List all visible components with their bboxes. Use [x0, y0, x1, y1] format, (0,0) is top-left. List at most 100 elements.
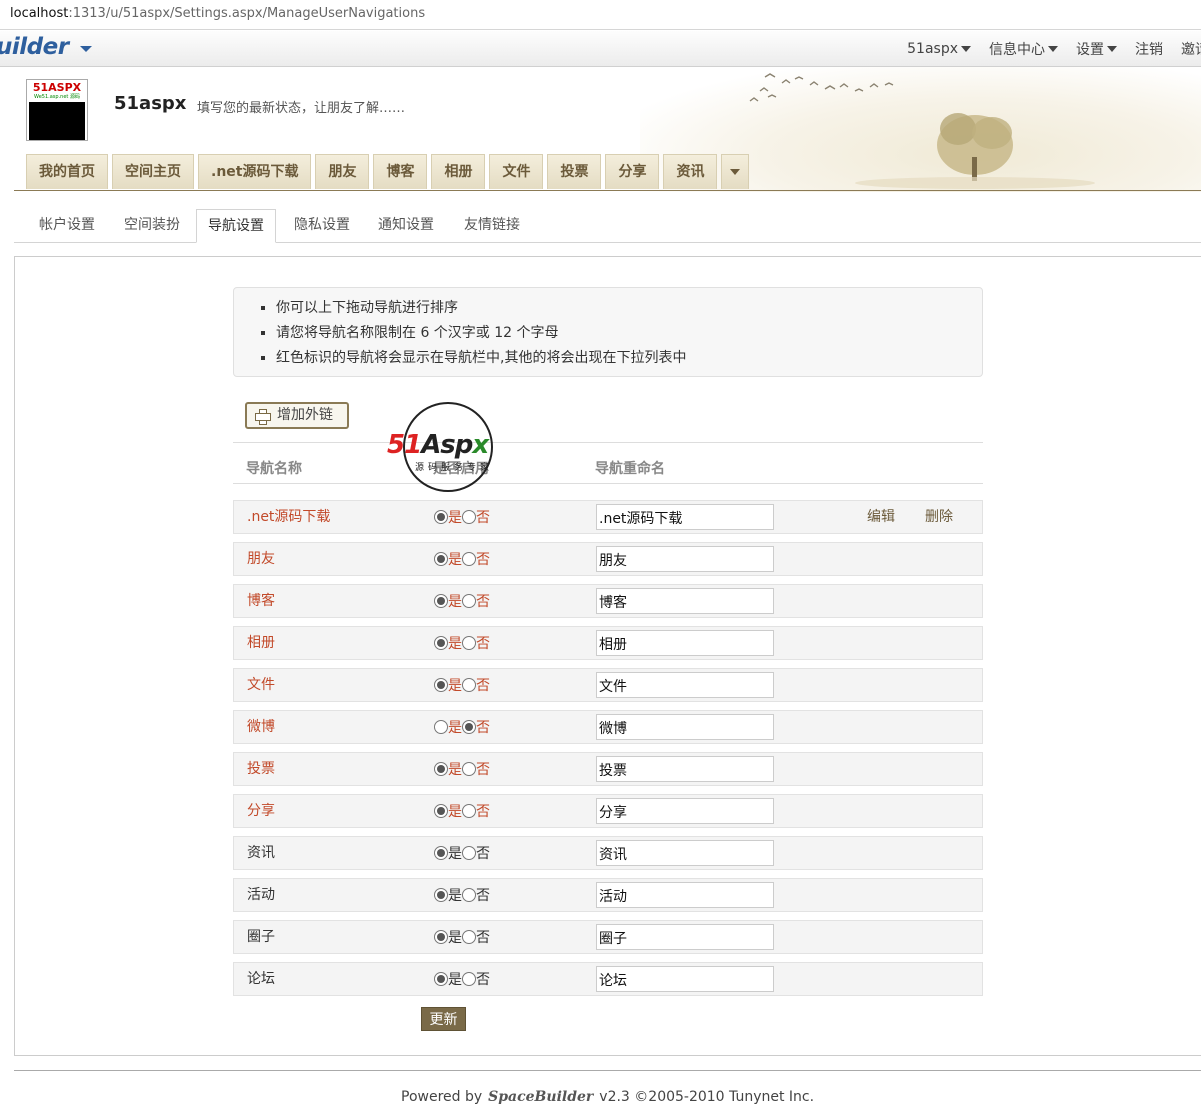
nav-tab-album[interactable]: 相册	[431, 154, 486, 189]
enabled-yes-radio[interactable]	[434, 636, 448, 650]
rename-input[interactable]: 论坛	[596, 966, 774, 992]
nav-tab-source-download[interactable]: .net源码下载	[198, 154, 312, 189]
table-row[interactable]: 分享 是否 分享	[233, 794, 983, 828]
enabled-no-radio[interactable]	[462, 804, 476, 818]
enabled-no-label[interactable]: 否	[476, 591, 490, 611]
rename-input[interactable]: 朋友	[596, 546, 774, 572]
footer-product-link[interactable]: SpaceBuilder	[488, 1089, 593, 1105]
enabled-yes-label[interactable]: 是	[448, 633, 462, 653]
enabled-yes-label[interactable]: 是	[448, 843, 462, 863]
rename-input[interactable]: 微博	[596, 714, 774, 740]
tab-account-settings[interactable]: 帐户设置	[39, 209, 95, 243]
enabled-yes-radio[interactable]	[434, 678, 448, 692]
enabled-no-label[interactable]: 否	[476, 549, 490, 569]
enabled-yes-label[interactable]: 是	[448, 675, 462, 695]
table-row[interactable]: 朋友 是否 朋友	[233, 542, 983, 576]
avatar[interactable]: 51ASPX We51.asp.net 源码	[26, 79, 88, 141]
enabled-no-radio[interactable]	[462, 888, 476, 902]
enabled-yes-label[interactable]: 是	[448, 927, 462, 947]
top-menu-user[interactable]: 51aspx	[907, 41, 971, 57]
enabled-no-label[interactable]: 否	[476, 717, 490, 737]
rename-input[interactable]: 圈子	[596, 924, 774, 950]
enabled-no-radio[interactable]	[462, 552, 476, 566]
enabled-no-label[interactable]: 否	[476, 633, 490, 653]
enabled-yes-label[interactable]: 是	[448, 591, 462, 611]
enabled-yes-label[interactable]: 是	[448, 549, 462, 569]
nav-tab-vote[interactable]: 投票	[547, 154, 602, 189]
enabled-yes-radio[interactable]	[434, 804, 448, 818]
nav-tab-space[interactable]: 空间主页	[112, 154, 194, 189]
rename-input[interactable]: 分享	[596, 798, 774, 824]
nav-tab-files[interactable]: 文件	[489, 154, 544, 189]
table-row[interactable]: 相册 是否 相册	[233, 626, 983, 660]
rename-input[interactable]: 博客	[596, 588, 774, 614]
rename-input[interactable]: 投票	[596, 756, 774, 782]
nav-tab-home[interactable]: 我的首页	[26, 154, 108, 189]
table-row[interactable]: 博客 是否 博客	[233, 584, 983, 618]
enabled-yes-label[interactable]: 是	[448, 759, 462, 779]
nav-tab-news[interactable]: 资讯	[663, 154, 718, 189]
enabled-no-radio[interactable]	[462, 846, 476, 860]
enabled-no-radio[interactable]	[462, 762, 476, 776]
delete-link[interactable]: 删除	[925, 501, 953, 533]
tab-friend-links[interactable]: 友情链接	[464, 209, 520, 243]
tab-space-theme[interactable]: 空间装扮	[124, 209, 180, 243]
enabled-no-label[interactable]: 否	[476, 675, 490, 695]
enabled-yes-radio[interactable]	[434, 552, 448, 566]
tab-notification-settings[interactable]: 通知设置	[378, 209, 434, 243]
enabled-no-radio[interactable]	[462, 636, 476, 650]
nav-tab-blog[interactable]: 博客	[373, 154, 428, 189]
enabled-yes-label[interactable]: 是	[448, 507, 462, 527]
update-button[interactable]: 更新	[421, 1007, 466, 1031]
enabled-yes-radio[interactable]	[434, 930, 448, 944]
enabled-no-label[interactable]: 否	[476, 927, 490, 947]
enabled-no-label[interactable]: 否	[476, 801, 490, 821]
enabled-yes-radio[interactable]	[434, 972, 448, 986]
enabled-no-radio[interactable]	[462, 510, 476, 524]
table-row[interactable]: .net源码下载 是否 .net源码下载 编辑 删除	[233, 500, 983, 534]
address-bar[interactable]: localhost:1313/u/51aspx/Settings.aspx/Ma…	[0, 0, 1201, 30]
top-menu-logout[interactable]: 注销	[1135, 39, 1163, 59]
status-input[interactable]: 填写您的最新状态，让朋友了解……	[197, 97, 405, 116]
rename-input[interactable]: .net源码下载	[596, 504, 774, 530]
enabled-yes-radio[interactable]	[434, 762, 448, 776]
nav-tab-share[interactable]: 分享	[605, 154, 660, 189]
top-menu-info-center[interactable]: 信息中心	[989, 39, 1058, 59]
rename-input[interactable]: 资讯	[596, 840, 774, 866]
nav-more-button[interactable]	[721, 154, 750, 189]
enabled-no-radio[interactable]	[462, 972, 476, 986]
rename-input[interactable]: 活动	[596, 882, 774, 908]
edit-link[interactable]: 编辑	[867, 501, 895, 533]
enabled-no-label[interactable]: 否	[476, 843, 490, 863]
enabled-yes-radio[interactable]	[434, 846, 448, 860]
table-row[interactable]: 活动 是否 活动	[233, 878, 983, 912]
brand-logo[interactable]: uilder	[0, 34, 69, 60]
table-row[interactable]: 论坛 是否 论坛	[233, 962, 983, 996]
table-row[interactable]: 资讯 是否 资讯	[233, 836, 983, 870]
enabled-yes-label[interactable]: 是	[448, 801, 462, 821]
enabled-no-radio[interactable]	[462, 594, 476, 608]
table-row[interactable]: 圈子 是否 圈子	[233, 920, 983, 954]
top-menu-settings[interactable]: 设置	[1076, 39, 1117, 59]
top-menu-invite[interactable]: 邀请	[1181, 39, 1201, 59]
username[interactable]: 51aspx	[114, 93, 186, 114]
enabled-no-label[interactable]: 否	[476, 969, 490, 989]
enabled-yes-radio[interactable]	[434, 510, 448, 524]
tab-privacy-settings[interactable]: 隐私设置	[294, 209, 350, 243]
enabled-no-radio[interactable]	[462, 720, 476, 734]
add-external-link-button[interactable]: 增加外链	[245, 402, 349, 429]
table-row[interactable]: 投票 是否 投票	[233, 752, 983, 786]
table-row[interactable]: 文件 是否 文件	[233, 668, 983, 702]
rename-input[interactable]: 文件	[596, 672, 774, 698]
enabled-yes-radio[interactable]	[434, 888, 448, 902]
enabled-yes-label[interactable]: 是	[448, 969, 462, 989]
enabled-yes-radio[interactable]	[434, 720, 448, 734]
enabled-no-label[interactable]: 否	[476, 507, 490, 527]
enabled-no-radio[interactable]	[462, 930, 476, 944]
enabled-no-radio[interactable]	[462, 678, 476, 692]
enabled-no-label[interactable]: 否	[476, 885, 490, 905]
enabled-yes-label[interactable]: 是	[448, 885, 462, 905]
brand-chevron-down-icon[interactable]	[80, 46, 92, 52]
rename-input[interactable]: 相册	[596, 630, 774, 656]
enabled-yes-radio[interactable]	[434, 594, 448, 608]
